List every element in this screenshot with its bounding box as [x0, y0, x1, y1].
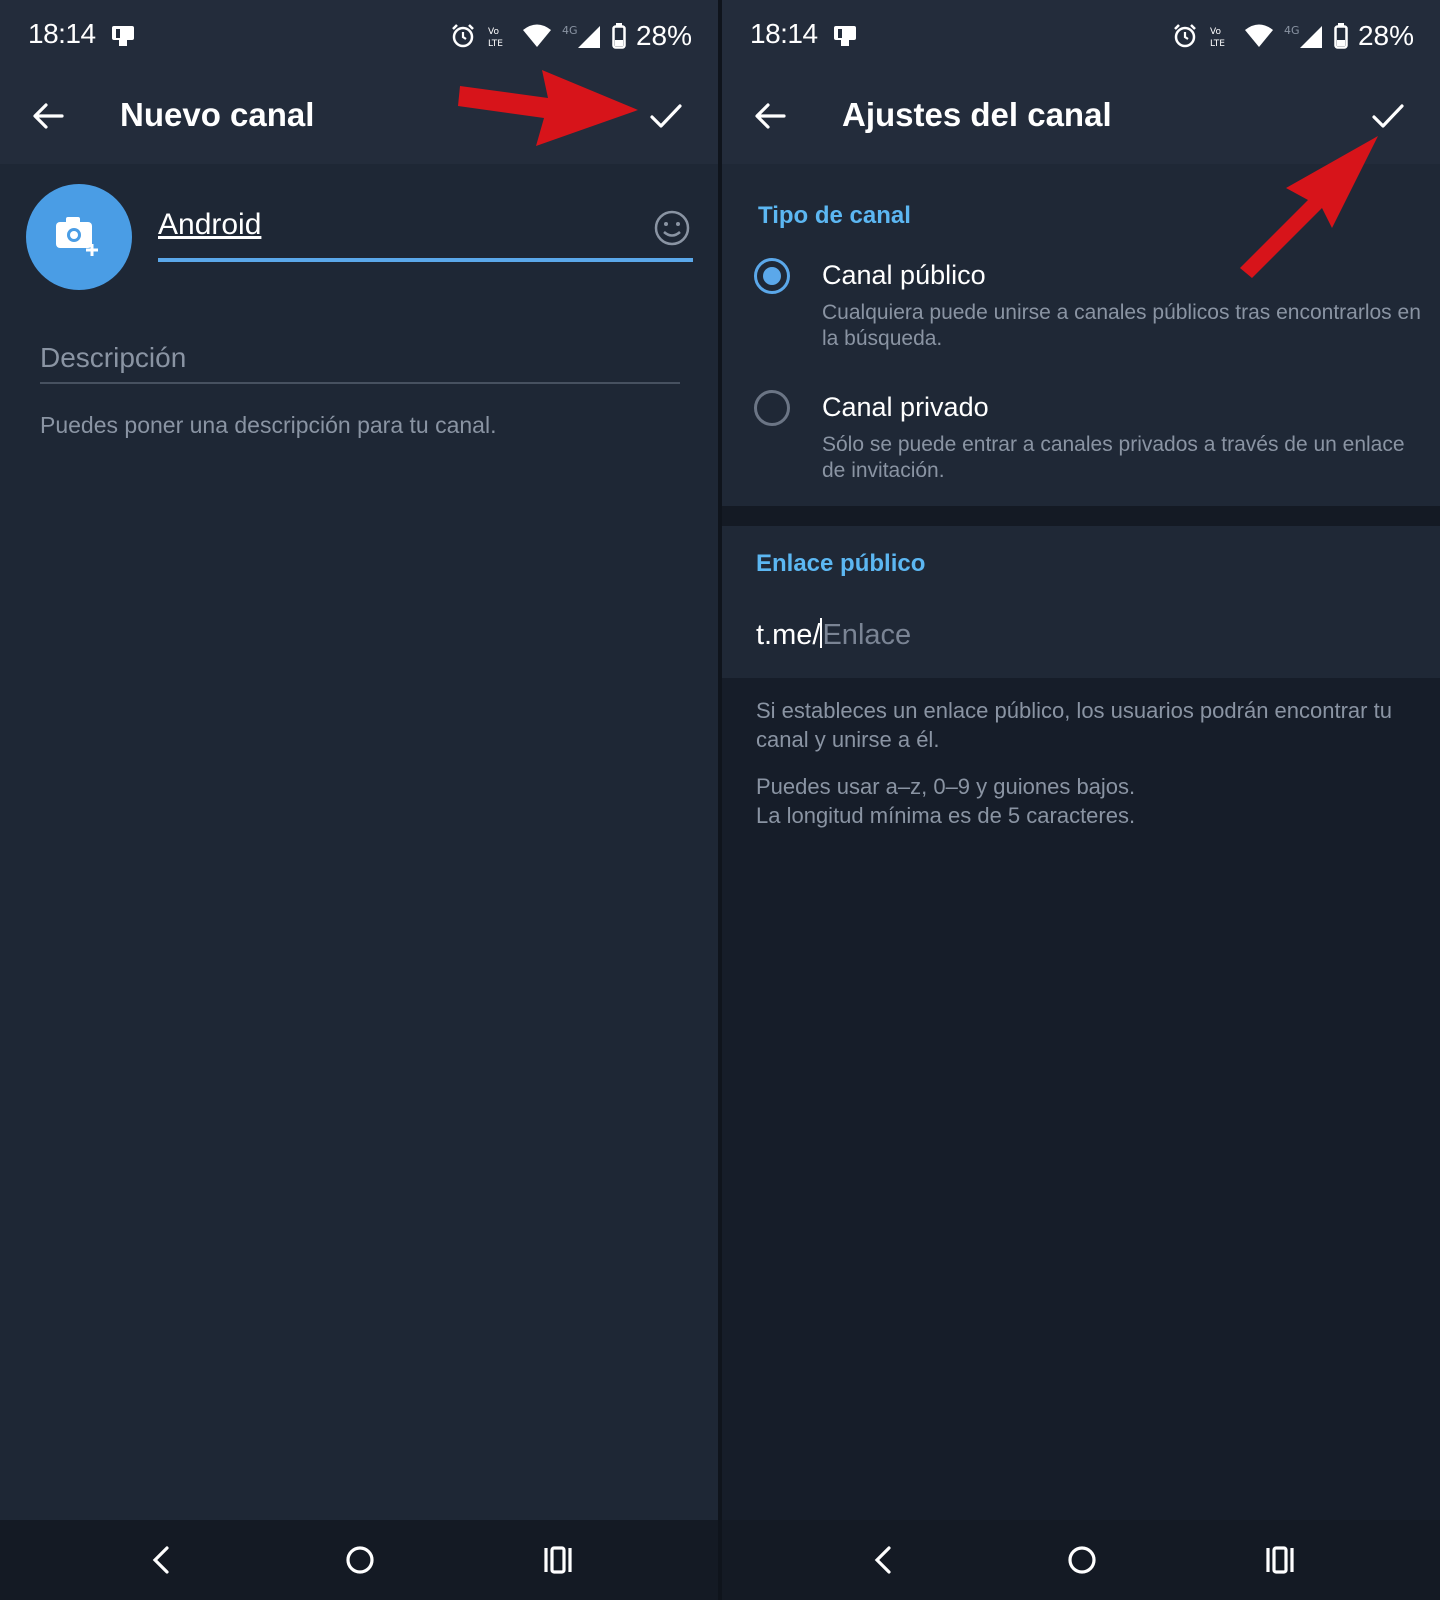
- battery-percent: 28%: [635, 20, 692, 51]
- description-underline: [40, 382, 680, 384]
- svg-text:4G: 4G: [562, 24, 578, 37]
- channel-form: Android Descripción Puedes poner una des…: [0, 164, 718, 1520]
- status-bar: 18:14 Vo LTE 4G 28%: [722, 0, 1440, 72]
- link-rules-info: Puedes usar a–z, 0–9 y guiones bajos. La…: [756, 772, 1406, 830]
- nav-home-icon[interactable]: [340, 1540, 380, 1580]
- public-channel-radio[interactable]: [754, 258, 790, 294]
- emoji-icon[interactable]: [652, 208, 692, 248]
- nav-recents-icon[interactable]: [538, 1540, 578, 1580]
- status-bar: 18:14 Vo LTE 4G 28%: [0, 0, 718, 72]
- battery-percent: 28%: [1357, 20, 1414, 51]
- notification-icon: [834, 26, 856, 46]
- private-channel-radio[interactable]: [754, 390, 790, 426]
- channel-type-title: Tipo de canal: [758, 202, 911, 229]
- link-rules-chars: Puedes usar a–z, 0–9 y guiones bajos.: [756, 774, 1136, 799]
- nav-back-icon[interactable]: [864, 1540, 904, 1580]
- status-icons: Vo LTE 4G 28%: [450, 16, 692, 56]
- public-link-section: Enlace público t.me/Enlace: [722, 526, 1440, 678]
- svg-text:Vo: Vo: [1210, 27, 1221, 37]
- status-icons: Vo LTE 4G 28%: [1172, 16, 1414, 56]
- new-channel-screen: 18:14 Vo LTE 4G 28% Nuevo canal Android D…: [0, 0, 718, 1600]
- link-rules-length: La longitud mínima es de 5 caracteres.: [756, 803, 1136, 828]
- system-nav-bar: [722, 1520, 1440, 1600]
- signal-icon: 4G: [562, 24, 600, 48]
- page-title: Nuevo canal: [120, 96, 315, 133]
- link-prefix: t.me/: [756, 619, 821, 651]
- channel-settings-screen: 18:14 Vo LTE 4G 28% Ajustes del canal Tip…: [722, 0, 1440, 1600]
- toolbar: Nuevo canal: [0, 72, 718, 164]
- description-input[interactable]: Descripción: [40, 342, 680, 382]
- toolbar: Ajustes del canal: [722, 72, 1440, 164]
- battery-icon: [612, 23, 626, 49]
- set-photo-button[interactable]: [26, 184, 132, 290]
- nav-back-icon[interactable]: [142, 1540, 182, 1580]
- public-link-input[interactable]: t.me/Enlace: [756, 618, 911, 652]
- svg-text:Vo: Vo: [488, 27, 499, 37]
- page-title: Ajustes del canal: [842, 96, 1112, 133]
- nav-home-icon[interactable]: [1062, 1540, 1102, 1580]
- section-separator: [722, 506, 1440, 526]
- private-channel-label[interactable]: Canal privado: [822, 392, 989, 423]
- wifi-icon: [1244, 24, 1273, 47]
- svg-text:LTE: LTE: [1210, 39, 1225, 49]
- public-link-title: Enlace público: [756, 550, 926, 577]
- public-channel-label[interactable]: Canal público: [822, 260, 986, 291]
- private-channel-description: Sólo se puede entrar a canales privados …: [822, 433, 1405, 482]
- check-icon[interactable]: [1366, 94, 1410, 138]
- link-placeholder: Enlace: [822, 619, 912, 651]
- channel-name-input[interactable]: Android: [158, 208, 658, 248]
- back-arrow-icon[interactable]: [750, 96, 790, 136]
- status-time: 18:14: [750, 18, 818, 49]
- nav-recents-icon[interactable]: [1260, 1540, 1300, 1580]
- check-icon[interactable]: [644, 94, 688, 138]
- volte-icon: Vo LTE: [488, 27, 503, 49]
- public-channel-description: Cualquiera puede unirse a canales públic…: [822, 301, 1421, 350]
- battery-icon: [1334, 23, 1348, 49]
- status-time: 18:14: [28, 18, 96, 49]
- volte-icon: Vo LTE: [1210, 27, 1225, 49]
- wifi-icon: [522, 24, 551, 47]
- alarm-icon: [452, 24, 474, 48]
- signal-icon: 4G: [1284, 24, 1322, 48]
- alarm-icon: [1174, 24, 1196, 48]
- channel-type-section: Tipo de canal Canal público Cualquiera p…: [722, 164, 1440, 506]
- back-arrow-icon[interactable]: [28, 96, 68, 136]
- svg-text:LTE: LTE: [488, 39, 503, 49]
- notification-icon: [112, 26, 134, 46]
- channel-name-underline: [158, 258, 693, 262]
- svg-text:4G: 4G: [1284, 24, 1300, 37]
- description-hint: Puedes poner una descripción para tu can…: [40, 412, 497, 438]
- public-link-info: Si estableces un enlace público, los usu…: [756, 698, 1392, 752]
- system-nav-bar: [0, 1520, 718, 1600]
- camera-add-icon: [56, 217, 98, 256]
